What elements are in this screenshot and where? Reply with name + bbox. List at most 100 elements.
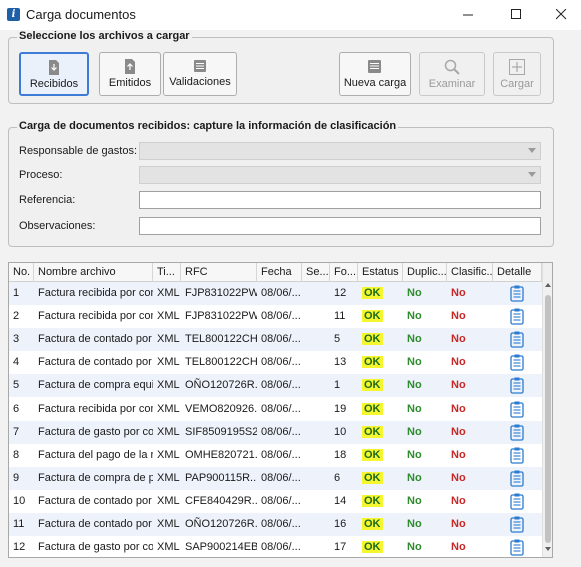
duplicate-flag: No bbox=[407, 310, 422, 323]
table-row[interactable]: 10 Factura de contado por c... XML CFE84042… bbox=[9, 490, 542, 513]
header-serie[interactable]: Se... bbox=[302, 263, 330, 282]
rfc: CFE840429R... bbox=[185, 494, 257, 507]
recibidos-button[interactable]: Recibidos bbox=[19, 52, 89, 96]
maximize-button[interactable] bbox=[493, 0, 539, 30]
status-ok-text: OK bbox=[362, 333, 383, 346]
duplicate-flag: No bbox=[407, 402, 422, 415]
minimize-button[interactable] bbox=[445, 0, 491, 30]
folio: 14 bbox=[334, 494, 347, 507]
table-row[interactable]: 3 Factura de contado por c... XML TEL800122… bbox=[9, 328, 542, 352]
header-estatus[interactable]: Estatus bbox=[358, 263, 403, 282]
file-name: Factura de compra equip... bbox=[38, 379, 153, 392]
responsable-select[interactable] bbox=[139, 142, 541, 160]
table-row[interactable]: 2 Factura recibida por con... XML FJP831022… bbox=[9, 305, 542, 328]
cargar-button[interactable]: Cargar bbox=[493, 52, 541, 96]
table-row[interactable]: 8 Factura del pago de la re... XML OMHE8207… bbox=[9, 444, 542, 467]
header-duplicado[interactable]: Duplic... bbox=[403, 263, 447, 282]
serie bbox=[302, 536, 330, 557]
header-rfc[interactable]: RFC bbox=[181, 263, 257, 282]
table-row[interactable]: 5 Factura de compra equip... XML OÑO120726R… bbox=[9, 374, 542, 398]
file-type: XML bbox=[157, 448, 180, 461]
magnifier-icon bbox=[444, 59, 460, 75]
examinar-button[interactable]: Examinar bbox=[419, 52, 485, 96]
header-clasificado[interactable]: Clasific... bbox=[447, 263, 493, 282]
new-document-icon bbox=[368, 60, 381, 73]
status-badge: OK bbox=[358, 490, 403, 513]
clipboard-list-icon[interactable] bbox=[510, 377, 524, 395]
table-row[interactable]: 9 Factura de compra de pa... XML PAP900115R… bbox=[9, 466, 542, 490]
clipboard-list-icon[interactable] bbox=[510, 539, 524, 556]
table-row[interactable]: 1 Factura recibida por con... XML FJP831022… bbox=[9, 282, 542, 305]
date: 08/06/... bbox=[261, 518, 301, 530]
clipboard-list-icon[interactable] bbox=[510, 331, 524, 348]
header-no[interactable]: No. bbox=[9, 263, 34, 282]
status-ok-text: OK bbox=[362, 471, 383, 484]
duplicate-flag: No bbox=[407, 287, 422, 299]
scroll-up-icon[interactable] bbox=[545, 283, 551, 287]
examinar-label: Examinar bbox=[428, 78, 476, 90]
chevron-down-icon bbox=[528, 148, 536, 153]
file-name: Factura del pago de la re... bbox=[38, 448, 153, 461]
observaciones-input[interactable] bbox=[139, 217, 541, 235]
file-selection-title: Seleccione los archivos a cargar bbox=[17, 30, 192, 42]
clipboard-list-icon[interactable] bbox=[510, 285, 524, 302]
file-type: XML bbox=[157, 333, 180, 346]
classified-flag: No bbox=[451, 310, 466, 323]
table-row[interactable]: 7 Factura de gasto por con... XML SIF850919… bbox=[9, 420, 542, 444]
header-fecha[interactable]: Fecha bbox=[257, 263, 302, 282]
file-type: XML bbox=[157, 471, 180, 484]
file-type: XML bbox=[157, 425, 180, 438]
table-row[interactable]: 6 Factura recibida por con... XML VEMO82092… bbox=[9, 398, 542, 421]
clipboard-list-icon[interactable] bbox=[510, 470, 524, 487]
emitidos-button[interactable]: Emitidos bbox=[99, 52, 161, 96]
clipboard-list-icon[interactable] bbox=[510, 493, 524, 510]
duplicate-flag: No bbox=[407, 379, 422, 392]
status-badge: OK bbox=[358, 536, 403, 557]
document-download-icon bbox=[49, 60, 59, 75]
nueva-carga-button[interactable]: Nueva carga bbox=[339, 52, 411, 96]
proceso-select[interactable] bbox=[139, 166, 541, 184]
duplicate-flag: No bbox=[407, 541, 422, 554]
clipboard-list-icon[interactable] bbox=[510, 308, 524, 325]
date: 08/06/... bbox=[261, 541, 301, 554]
folio: 1 bbox=[334, 379, 341, 392]
table-header: No. Nombre archivo Ti... RFC Fecha Se... Fo...… bbox=[9, 263, 542, 282]
stack-list-icon bbox=[194, 60, 206, 72]
clipboard-list-icon[interactable] bbox=[510, 516, 524, 533]
clipboard-list-icon[interactable] bbox=[510, 447, 524, 464]
table-row[interactable]: 12 Factura de gasto por con... XML SAP90021… bbox=[9, 536, 542, 557]
clipboard-list-icon[interactable] bbox=[510, 401, 524, 418]
status-ok-text: OK bbox=[362, 310, 383, 323]
classified-flag: No bbox=[451, 356, 466, 369]
serie bbox=[302, 305, 330, 328]
folio: 10 bbox=[334, 425, 347, 438]
rfc: OMHE820721... bbox=[185, 448, 257, 461]
rfc: VEMO820926... bbox=[185, 402, 257, 415]
serie bbox=[302, 282, 330, 305]
file-selection-group: Seleccione los archivos a cargar Recibid… bbox=[8, 30, 554, 104]
classified-flag: No bbox=[451, 448, 466, 461]
duplicate-flag: No bbox=[407, 333, 422, 346]
status-badge: OK bbox=[358, 328, 403, 351]
header-folio[interactable]: Fo... bbox=[330, 263, 358, 282]
referencia-input[interactable] bbox=[139, 191, 541, 209]
serie bbox=[302, 374, 330, 397]
duplicate-flag: No bbox=[407, 494, 422, 507]
header-tipo[interactable]: Ti... bbox=[153, 263, 181, 282]
close-button[interactable] bbox=[538, 0, 581, 30]
table-row[interactable]: 4 Factura de contado por c... XML TEL800122… bbox=[9, 351, 542, 374]
validaciones-button[interactable]: Validaciones bbox=[163, 52, 237, 96]
scroll-thumb[interactable] bbox=[545, 295, 551, 543]
date: 08/06/... bbox=[261, 494, 301, 507]
header-detalle[interactable]: Detalle bbox=[493, 263, 542, 282]
row-number: 6 bbox=[13, 402, 20, 415]
clipboard-list-icon[interactable] bbox=[510, 354, 524, 371]
serie bbox=[302, 328, 330, 351]
header-nombre[interactable]: Nombre archivo bbox=[34, 263, 153, 282]
table-row[interactable]: 11 Factura de contado por c... XML OÑO12072… bbox=[9, 513, 542, 536]
referencia-label: Referencia: bbox=[19, 194, 76, 206]
vertical-scrollbar[interactable] bbox=[542, 263, 552, 557]
rfc: FJP831022PW1 bbox=[185, 287, 257, 299]
clipboard-list-icon[interactable] bbox=[510, 424, 524, 441]
scroll-down-icon[interactable] bbox=[545, 547, 551, 551]
